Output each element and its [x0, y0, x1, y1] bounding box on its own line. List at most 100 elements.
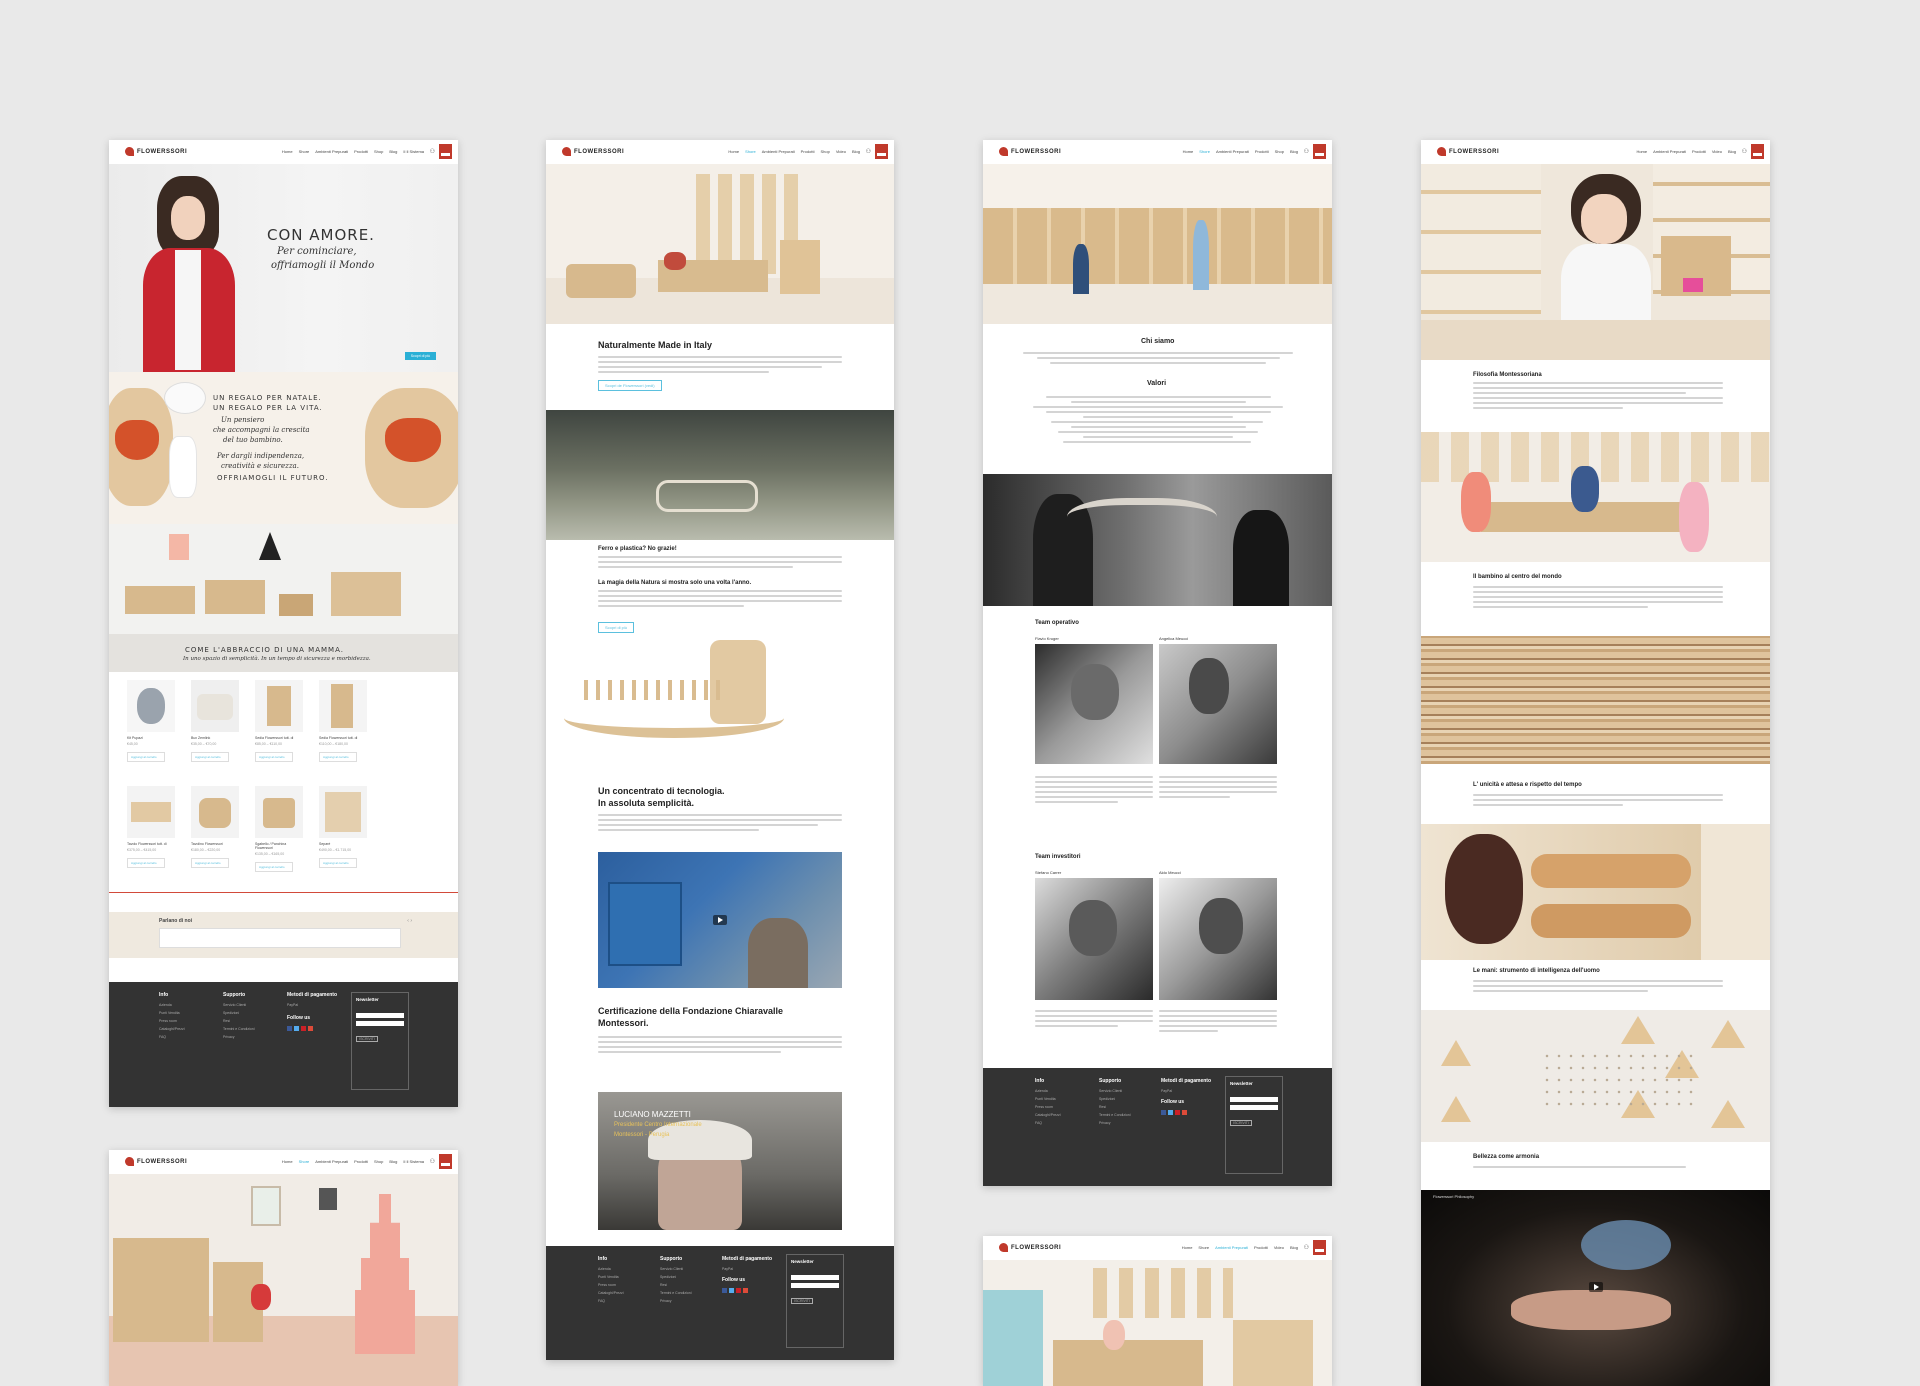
product-card[interactable]: Separè €490,00 – €1.715,00 Aggiungi al car…	[319, 786, 367, 868]
name-field[interactable]	[791, 1283, 839, 1288]
menu-item[interactable]: Blog	[852, 149, 860, 154]
menu-item[interactable]: Blog	[1290, 1245, 1298, 1250]
footer: Info Azienda Punti Vendita Press room Catalo…	[546, 1246, 894, 1360]
brand-logo[interactable]: FLOWERSSORI	[125, 147, 187, 156]
section-title-certificazione-1: Certificazione della Fondazione Chiarava…	[598, 1006, 784, 1016]
brand-logo[interactable]: FLOWERSSORI	[562, 147, 624, 156]
brand-logo[interactable]: FLOWERSSORI	[125, 1157, 187, 1166]
menu-item[interactable]: Prodotti	[1254, 1245, 1268, 1250]
testimonial-box	[159, 928, 401, 948]
menu-item[interactable]: Shore	[745, 149, 756, 154]
menu-item[interactable]: Prodotti	[1692, 149, 1706, 154]
menu-item[interactable]: Shop	[1275, 149, 1284, 154]
classroom-photo	[109, 1174, 458, 1386]
play-icon[interactable]	[1589, 1282, 1603, 1292]
flower-logo-icon	[999, 147, 1008, 156]
product-card[interactable]: Bux Zemlink €35,00 – €70,00 Aggiungi al ca…	[191, 680, 239, 762]
philosophy-video[interactable]: Flowerssori Philosophy	[1421, 1190, 1770, 1386]
main-menu: Home Shore Ambienti Prepurati Prodotti V…	[1182, 1245, 1298, 1250]
menu-item[interactable]: Prodotti	[354, 1159, 368, 1164]
newsletter-submit[interactable]: ISCRIVITI	[791, 1298, 813, 1304]
main-menu: Home Shore Ambienti Prepurati Prodotti S…	[282, 1159, 424, 1164]
interview-video[interactable]: LUCIANO MAZZETTI Presidente Centro Inter…	[598, 1092, 842, 1230]
footer-support: Supporto Servizio Clienti Spedizioni Resi Te…	[223, 992, 255, 1039]
cart-icon[interactable]: ⚇	[430, 1158, 435, 1165]
factory-video[interactable]	[598, 852, 842, 988]
menu-item[interactable]: Shore	[1198, 1245, 1209, 1250]
cart-icon[interactable]: ⚇	[430, 148, 435, 155]
menu-item[interactable]: Home	[1636, 149, 1647, 154]
menu-item[interactable]: Blog	[389, 1159, 397, 1164]
hero-cta-button[interactable]: Scopri di più	[404, 352, 436, 360]
menu-item[interactable]: Home	[282, 149, 293, 154]
cart-icon[interactable]: ⚇	[1304, 1244, 1309, 1251]
main-menu: Home Shore Ambienti Prepurati Prodotti S…	[728, 149, 860, 154]
brand-logo[interactable]: FLOWERSSORI	[999, 147, 1061, 156]
name-field[interactable]	[1230, 1105, 1278, 1110]
menu-item[interactable]: Shore	[299, 149, 310, 154]
cutlery	[169, 436, 197, 498]
video-speaker-role-2: Montessori - Perugia	[614, 1132, 670, 1138]
gift-text-2: che accompagni la crescita	[213, 426, 310, 434]
name-field[interactable]	[356, 1021, 404, 1026]
menu-item[interactable]: Home	[728, 149, 739, 154]
cart-icon[interactable]: ⚇	[1304, 148, 1309, 155]
menu-item[interactable]: Il Il Sistema	[403, 1159, 424, 1164]
menu-item[interactable]: Video	[836, 149, 846, 154]
flower-logo-icon	[1437, 147, 1446, 156]
menu-item[interactable]: Shop	[374, 149, 383, 154]
email-field[interactable]	[1230, 1097, 1278, 1102]
magia-button[interactable]: Scopri di più	[598, 622, 635, 633]
menu-item[interactable]: Prodotti	[354, 149, 368, 154]
email-field[interactable]	[791, 1275, 839, 1280]
menu-item[interactable]: Shop	[820, 149, 829, 154]
menu-item[interactable]: Home	[1183, 149, 1194, 154]
menu-item[interactable]: Home	[1182, 1245, 1193, 1250]
menu-item[interactable]: Blog	[1728, 149, 1736, 154]
product-card[interactable]: Sedia Flowerssori tutt. di €110,00 – €180…	[319, 680, 367, 762]
wall-shelves-photo	[546, 164, 894, 324]
menu-item[interactable]: Il Il Sistema	[403, 149, 424, 154]
flower-logo-icon	[999, 1243, 1008, 1252]
product-card[interactable]: Tavolo Flowerssori tutt. di €375,00 – €41…	[127, 786, 175, 868]
paragraph	[598, 556, 842, 571]
menu-item[interactable]: Video	[1712, 149, 1722, 154]
child-photo	[139, 176, 239, 372]
cart-icon[interactable]: ⚇	[1742, 148, 1747, 155]
menu-item[interactable]: Ambienti Prepurati	[1216, 149, 1249, 154]
product-card[interactable]: Sedia Flowerssori tutt. di €85,00 – €110,…	[255, 680, 303, 762]
brand-logo[interactable]: FLOWERSSORI	[1437, 147, 1499, 156]
carousel-arrows-icon[interactable]: ‹ ›	[407, 918, 412, 924]
menu-item[interactable]: Home	[282, 1159, 293, 1164]
menu-item[interactable]: Ambienti Prepurati	[315, 1159, 348, 1164]
paragraph	[598, 356, 842, 376]
menu-item[interactable]: Shore	[1199, 149, 1210, 154]
main-menu: Home Shore Ambienti Prepurati Prodotti S…	[1183, 149, 1298, 154]
product-card[interactable]: Sgabello / Panchina Flowerssori €135,00 –…	[255, 786, 303, 872]
menu-item[interactable]: Blog	[1290, 149, 1298, 154]
footer-support: Supporto Servizio Clienti Spedizioni Resi Te…	[660, 1256, 692, 1303]
product-card[interactable]: Tavolino Flowerssori €180,00 – €220,00 Agg…	[191, 786, 239, 868]
brand-logo[interactable]: FLOWERSSORI	[999, 1243, 1061, 1252]
newsletter-submit[interactable]: ISCRIVITI	[1230, 1120, 1252, 1126]
menu-item[interactable]: Video	[1274, 1245, 1284, 1250]
product-card[interactable]: Kit Pupazi €45,00 Aggiungi al carrello	[127, 680, 175, 762]
menu-item[interactable]: Ambienti Prepurati	[315, 149, 348, 154]
video-speaker-name: LUCIANO MAZZETTI	[614, 1110, 691, 1119]
menu-item[interactable]: Prodotti	[801, 149, 815, 154]
menu-item[interactable]: Shore	[299, 1159, 310, 1164]
menu-item[interactable]: Blog	[389, 149, 397, 154]
menu-item[interactable]: Prodotti	[1255, 149, 1269, 154]
menu-item[interactable]: Ambienti Prepurati	[762, 149, 795, 154]
made-in-italy-button[interactable]: Scopri de Flowerssori (vedi)	[598, 380, 662, 391]
page-about: FLOWERSSORI Home Shore Ambienti Prepurat…	[546, 140, 894, 1360]
section-title-unicita: L' unicità e attesa e rispetto del tempo	[1473, 782, 1582, 788]
menu-item[interactable]: Ambienti Prepurati	[1215, 1245, 1248, 1250]
play-icon[interactable]	[713, 915, 727, 925]
flower-logo-icon	[125, 1157, 134, 1166]
newsletter-submit[interactable]: ISCRIVITI	[356, 1036, 378, 1042]
email-field[interactable]	[356, 1013, 404, 1018]
menu-item[interactable]: Shop	[374, 1159, 383, 1164]
menu-item[interactable]: Ambienti Prepurati	[1653, 149, 1686, 154]
cart-icon[interactable]: ⚇	[866, 148, 871, 155]
